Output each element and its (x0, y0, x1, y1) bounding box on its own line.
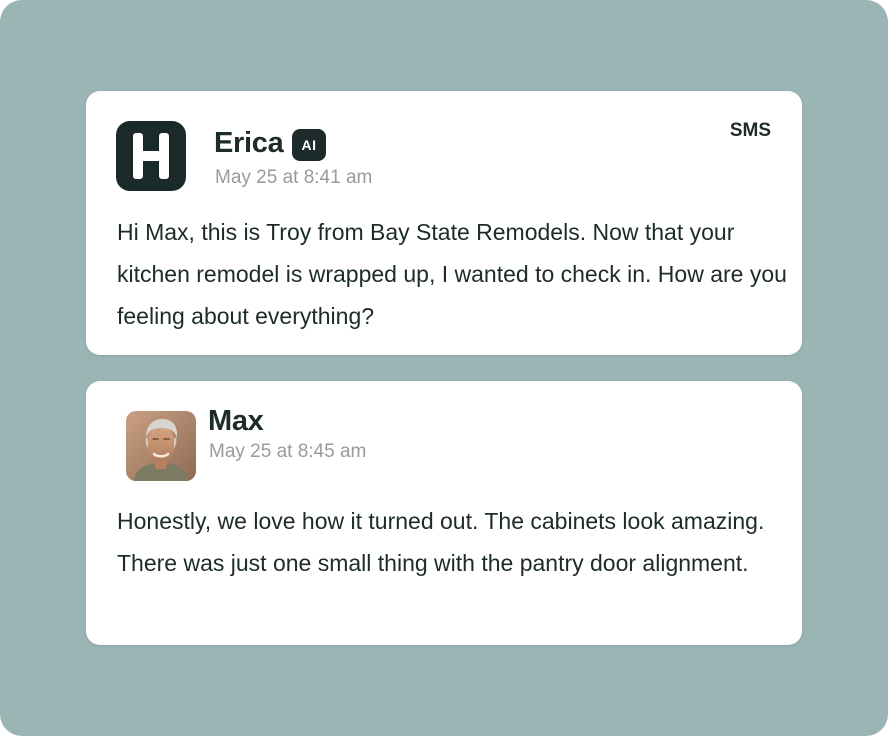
user-photo-icon (126, 411, 196, 481)
avatar (126, 411, 196, 481)
conversation-panel: Erica AI May 25 at 8:41 am SMS Hi Max, t… (0, 0, 888, 736)
h-logo-icon (116, 121, 186, 191)
message-timestamp: May 25 at 8:41 am (215, 167, 373, 188)
ai-badge: AI (292, 129, 326, 161)
sender-name: Max (208, 405, 264, 437)
message-card-erica: Erica AI May 25 at 8:41 am SMS Hi Max, t… (86, 91, 802, 355)
message-text: Honestly, we love how it turned out. The… (117, 508, 765, 576)
sender-name: Erica (214, 127, 284, 159)
message-card-max: Max May 25 at 8:45 am Honestly, we love … (86, 381, 802, 645)
channel-label: SMS (729, 120, 771, 141)
message-text: Hi Max, this is Troy from Bay State Remo… (117, 219, 787, 329)
message-timestamp: May 25 at 8:45 am (209, 441, 367, 462)
